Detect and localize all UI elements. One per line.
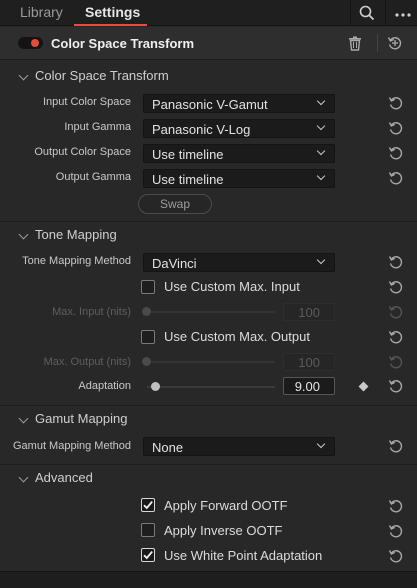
section-header-advanced[interactable]: Advanced: [0, 467, 417, 489]
dropdown-value: Use timeline: [152, 147, 224, 162]
keyframe-diamond-icon[interactable]: [358, 381, 369, 392]
use-custom-max-output-label: Use Custom Max. Output: [164, 329, 310, 344]
gamut-mapping-method-label: Gamut Mapping Method: [12, 440, 131, 452]
adaptation-slider-knob[interactable]: [151, 382, 160, 391]
reset-icon[interactable]: [388, 329, 404, 345]
reset-icon[interactable]: [388, 279, 404, 295]
input-color-space-dropdown[interactable]: Panasonic V-Gamut: [143, 94, 335, 113]
reset-icon[interactable]: [388, 498, 404, 514]
max-input-field: 100: [283, 303, 335, 321]
dropdown-value: DaVinci: [152, 256, 197, 271]
gamut-mapping-method-dropdown[interactable]: None: [143, 437, 335, 456]
chevron-down-icon: [316, 171, 326, 181]
output-gamma-dropdown[interactable]: Use timeline: [143, 169, 335, 188]
dropdown-value: None: [152, 440, 184, 455]
adaptation-field[interactable]: 9.00: [283, 377, 335, 395]
reset-icon[interactable]: [388, 523, 404, 539]
output-color-space-dropdown[interactable]: Use timeline: [143, 144, 335, 163]
section-title: Gamut Mapping: [35, 411, 128, 426]
chevron-down-icon: [316, 121, 326, 131]
reset-icon[interactable]: [388, 254, 404, 270]
reset-icon[interactable]: [388, 170, 404, 186]
chevron-down-icon: [316, 96, 326, 106]
adaptation-slider-track[interactable]: [147, 386, 275, 388]
input-gamma-label: Input Gamma: [64, 121, 131, 133]
use-custom-max-input-label: Use Custom Max. Input: [164, 279, 300, 294]
chevron-down-icon: [316, 255, 326, 265]
dropdown-value: Panasonic V-Log: [152, 122, 251, 137]
section-divider: [0, 464, 417, 465]
reset-icon[interactable]: [388, 438, 404, 454]
max-input-nits-label: Max. Input (nits): [52, 306, 131, 318]
bottom-strip: [0, 571, 417, 588]
chevron-down-icon: [18, 472, 29, 483]
input-gamma-dropdown[interactable]: Panasonic V-Log: [143, 119, 335, 138]
input-color-space-label: Input Color Space: [42, 96, 131, 108]
reset-all-icon[interactable]: [387, 35, 403, 51]
tone-mapping-method-dropdown[interactable]: DaVinci: [143, 253, 335, 272]
section-title: Color Space Transform: [35, 68, 169, 83]
apply-forward-ootf-label: Apply Forward OOTF: [164, 498, 288, 513]
checkmark-icon: [143, 551, 153, 560]
reset-icon[interactable]: [388, 145, 404, 161]
max-output-field: 100: [283, 353, 335, 371]
section-header-tone-mapping[interactable]: Tone Mapping: [0, 224, 417, 246]
active-tab-indicator: [74, 24, 147, 26]
chevron-down-icon: [18, 229, 29, 240]
chevron-down-icon: [316, 146, 326, 156]
dropdown-value: Use timeline: [152, 172, 224, 187]
toggle-indicator: [31, 39, 39, 47]
more-options-icon[interactable]: [394, 8, 412, 18]
reset-icon[interactable]: [388, 95, 404, 111]
apply-inverse-ootf-label: Apply Inverse OOTF: [164, 523, 283, 538]
reset-icon[interactable]: [388, 548, 404, 564]
max-input-slider-track: [147, 311, 275, 313]
checkmark-icon: [143, 501, 153, 510]
use-white-point-adaptation-checkbox[interactable]: [141, 548, 155, 562]
chevron-down-icon: [18, 70, 29, 81]
use-custom-max-output-checkbox[interactable]: [141, 330, 155, 344]
adaptation-label: Adaptation: [78, 380, 131, 392]
reset-icon[interactable]: [388, 120, 404, 136]
apply-forward-ootf-checkbox[interactable]: [141, 498, 155, 512]
max-input-slider-knob: [142, 307, 151, 316]
tab-settings[interactable]: Settings: [85, 4, 140, 20]
section-header-color-space-transform[interactable]: Color Space Transform: [0, 65, 417, 87]
divider: [377, 34, 378, 52]
divider: [385, 0, 386, 26]
output-gamma-label: Output Gamma: [55, 171, 131, 183]
tone-mapping-method-label: Tone Mapping Method: [22, 255, 131, 267]
chevron-down-icon: [316, 439, 326, 449]
section-title: Advanced: [35, 470, 93, 485]
divider: [350, 0, 351, 26]
tab-library[interactable]: Library: [20, 4, 63, 20]
section-divider: [0, 405, 417, 406]
use-custom-max-input-checkbox[interactable]: [141, 280, 155, 294]
max-output-slider-knob: [142, 357, 151, 366]
effect-enable-toggle[interactable]: [18, 37, 43, 49]
panel-tab-bar: Library Settings: [0, 0, 417, 26]
max-output-nits-label: Max. Output (nits): [43, 356, 131, 368]
effect-title: Color Space Transform: [51, 36, 195, 51]
swap-button[interactable]: Swap: [138, 194, 212, 214]
section-title: Tone Mapping: [35, 227, 117, 242]
effect-header: Color Space Transform: [0, 27, 417, 60]
use-white-point-adaptation-label: Use White Point Adaptation: [164, 548, 323, 563]
reset-icon[interactable]: [388, 378, 404, 394]
search-icon[interactable]: [358, 4, 376, 22]
trash-icon[interactable]: [348, 36, 362, 51]
output-color-space-label: Output Color Space: [34, 146, 131, 158]
section-divider: [0, 221, 417, 222]
reset-icon: [388, 304, 404, 320]
section-header-gamut-mapping[interactable]: Gamut Mapping: [0, 408, 417, 430]
reset-icon: [388, 354, 404, 370]
chevron-down-icon: [18, 413, 29, 424]
apply-inverse-ootf-checkbox[interactable]: [141, 523, 155, 537]
dropdown-value: Panasonic V-Gamut: [152, 97, 268, 112]
max-output-slider-track: [147, 361, 275, 363]
